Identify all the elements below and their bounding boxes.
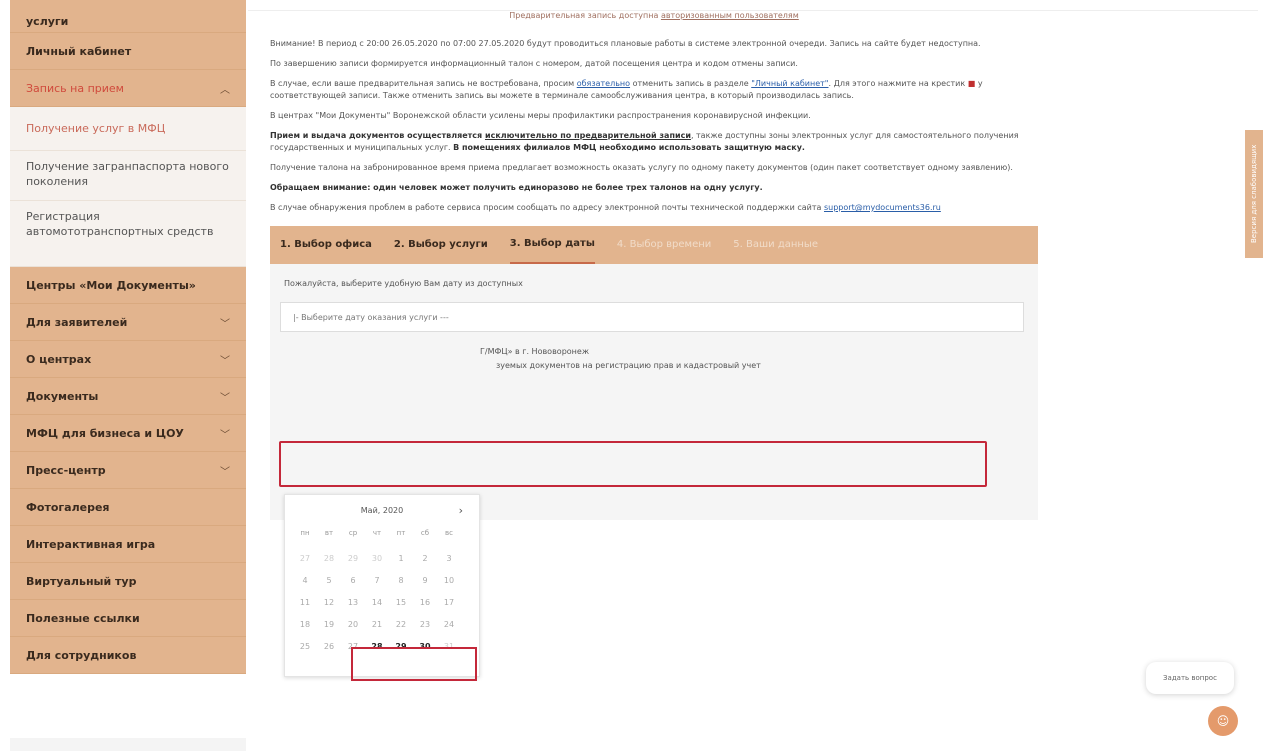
sidebar-item-press[interactable]: Пресс-центр ﹀ [10,452,246,489]
calendar-day: 25 [299,641,311,651]
calendar-weekday: пт [396,529,406,537]
chat-icon[interactable]: ☺ [1208,706,1238,736]
calendar-day: 18 [299,619,311,629]
calendar-day: 20 [347,619,359,629]
sidebar-subitem-mfc-services[interactable]: Получение услуг в МФЦ [10,107,246,151]
top-notice: Предварительная запись доступна авторизо… [509,11,799,20]
calendar-day: 2 [422,553,428,563]
step-date[interactable]: 3. Выбор даты [509,226,595,264]
calendar-year: 2020 [382,505,404,515]
ticket-limit-notice: Обращаем внимание: один человек может по… [270,183,763,192]
calendar-day: 26 [323,641,335,651]
calendar-weekday: чт [372,529,382,537]
calendar-day: 3 [446,553,452,563]
date-select[interactable]: |- Выберите дату оказания услуги --- [280,302,1024,332]
calendar-day: 10 [443,575,455,585]
support-info: В случае обнаружения проблем в работе се… [270,203,941,212]
calendar-day: 5 [326,575,332,585]
appointment-only-notice: Прием и выдача документов осуществляется… [270,131,1019,152]
calendar-weekday: пн [300,529,310,537]
calendar-day: 29 [347,553,359,563]
step-details: 5. Ваши данные [733,239,818,250]
calendar-day: 11 [299,597,311,607]
available-dates-highlight [351,647,477,681]
date-form-label: Пожалуйста, выберите удобную Вам дату из… [284,279,523,288]
calendar-weekday: ср [348,529,358,537]
calendar-day: 8 [398,575,404,585]
calendar-weekday: вс [445,529,453,537]
calendar-day: 21 [371,619,383,629]
wizard-steps: 1. Выбор офиса 2. Выбор услуги 3. Выбор … [270,226,1038,264]
calendar-day: 19 [323,619,335,629]
ticket-info: По завершению записи формируется информа… [270,59,798,68]
sidebar-item-business[interactable]: МФЦ для бизнеса и ЦОУ ﹀ [10,415,246,452]
calendar-weekday: сб [420,529,430,537]
date-select-highlight [279,441,987,487]
maintenance-notice: Внимание! В период с 20:00 26.05.2020 по… [270,39,981,48]
step-time: 4. Выбор времени [616,239,712,250]
calendar-day: 22 [395,619,407,629]
calendar-day: 13 [347,597,359,607]
covid-notice: В центрах "Мои Документы" Воронежской об… [270,111,811,120]
chevron-down-icon: ﹀ [220,355,230,367]
sidebar-subitem-passport[interactable]: Получение загранпаспорта нового поколени… [10,151,246,201]
calendar-day: 30 [371,553,383,563]
calendar-day: 1 [398,553,404,563]
chevron-up-icon: ︿ [220,84,230,96]
ask-question-bubble[interactable]: Задать вопрос [1146,662,1234,694]
sidebar-item-about[interactable]: О центрах ﹀ [10,341,246,378]
chevron-right-icon[interactable]: › [459,504,463,517]
step-office[interactable]: 1. Выбор офиса [280,226,372,264]
sidebar-item-game[interactable]: Интерактивная игра [10,526,246,563]
calendar-day: 23 [419,619,431,629]
chevron-down-icon: ﹀ [220,392,230,404]
office-info: Г/МФЦ» в г. Нововоронеж [480,347,590,356]
sidebar-item-links[interactable]: Полезные ссылки [10,600,246,637]
sidebar-item-centers[interactable]: Центры «Мои Документы» [10,267,246,304]
calendar-day: 17 [443,597,455,607]
personal-cabinet-link[interactable]: "Личный кабинет" [751,79,828,88]
page: услуги Личный кабинет Запись на прием ︿ П… [0,0,1266,751]
calendar-day: 15 [395,597,407,607]
chevron-down-icon: ﹀ [220,429,230,441]
calendar-day: 24 [443,619,455,629]
sidebar-item-gallery[interactable]: Фотогалерея [10,489,246,526]
chevron-down-icon: ﹀ [220,466,230,478]
sidebar-item-cabinet[interactable]: Личный кабинет [10,33,246,70]
sidebar-item-applicants[interactable]: Для заявителей ﹀ [10,304,246,341]
support-email-link[interactable]: support@mydocuments36.ru [824,203,941,212]
cancel-info: В случае, если ваше предварительная запи… [270,79,983,100]
package-info: Получение талона на забронированное врем… [270,163,1013,172]
service-info: зуемых документов на регистрацию прав и … [496,361,761,370]
sidebar-item-appointment[interactable]: Запись на прием ︿ [10,70,246,107]
calendar-day: 7 [374,575,380,585]
sidebar-subitem-vehicle-registration[interactable]: Регистрация автомототранспортных средств [10,201,246,267]
calendar-header: Май, 2020 › [360,504,463,517]
sidebar: услуги Личный кабинет Запись на прием ︿ П… [10,0,246,674]
calendar-day: 16 [419,597,431,607]
step-service[interactable]: 2. Выбор услуги [394,226,488,264]
calendar-day: 28 [323,553,335,563]
sidebar-item-documents[interactable]: Документы ﹀ [10,378,246,415]
calendar-day: 12 [323,597,335,607]
calendar-day: 4 [302,575,308,585]
calendar-month: Май [360,505,378,515]
authorized-users-link[interactable]: авторизованным пользователям [661,11,799,20]
calendar-weekday: вт [324,529,334,537]
calendar-grid: пн вт ср чт пт сб вс 27 28 29 30 1 2 3 4 5 6 7 8 9 10 11 12 13 1… [285,525,479,657]
sidebar-footer-box [10,738,246,751]
calendar-day: 6 [350,575,356,585]
mandatory-link[interactable]: обязательно [577,79,630,88]
calendar-day: 14 [371,597,383,607]
sidebar-item-services[interactable]: услуги [10,0,246,33]
sidebar-item-staff[interactable]: Для сотрудников [10,637,246,674]
accessibility-tab[interactable]: Версия для слабовидящих [1245,130,1263,258]
sidebar-item-tour[interactable]: Виртуальный тур [10,563,246,600]
calendar-day: 9 [422,575,428,585]
chevron-down-icon: ﹀ [220,318,230,330]
calendar-day: 27 [299,553,311,563]
